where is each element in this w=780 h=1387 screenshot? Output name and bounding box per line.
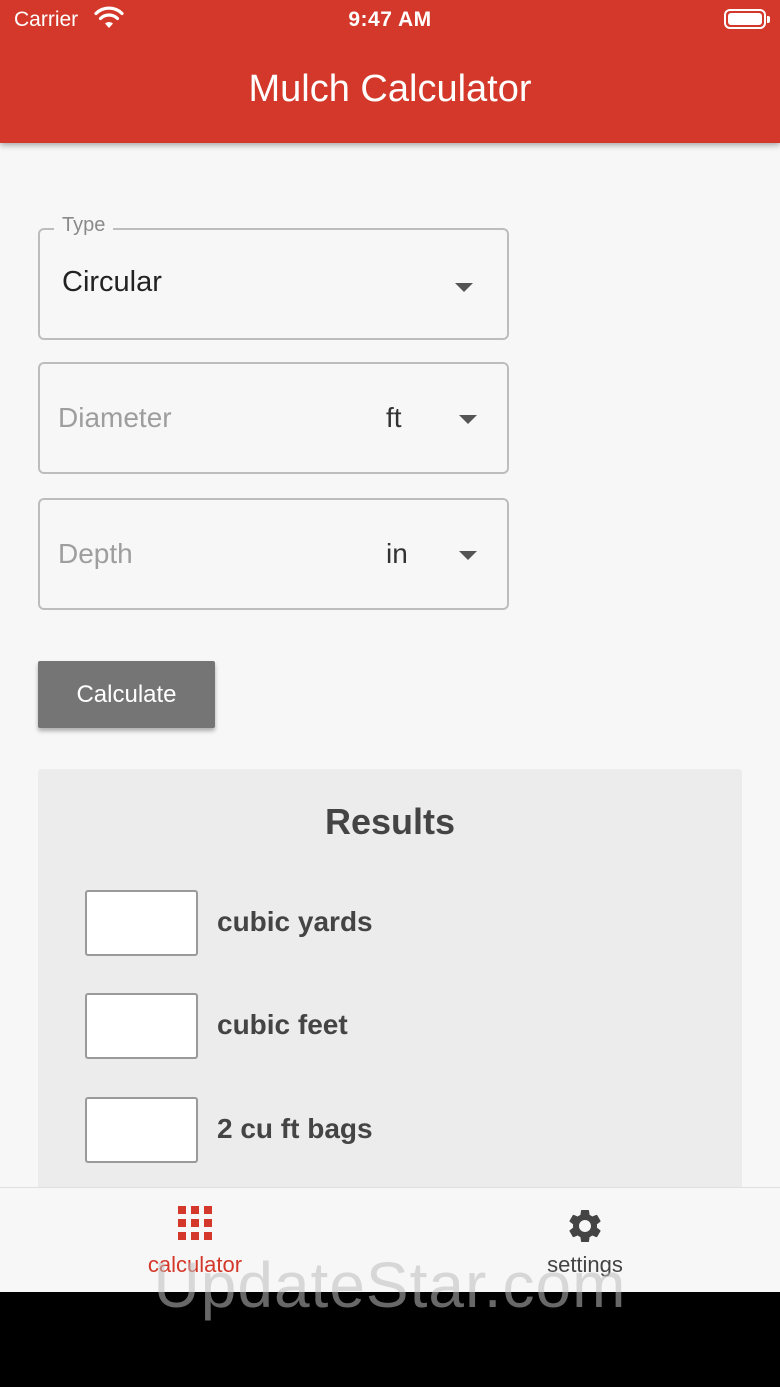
- watermark: UpdateStar.com: [153, 1249, 627, 1321]
- result-value-box: [85, 993, 198, 1059]
- grid-icon: [178, 1206, 212, 1240]
- type-value: Circular: [62, 266, 162, 298]
- results-title: Results: [324, 801, 456, 842]
- result-value-box: [85, 1097, 198, 1163]
- diameter-field[interactable]: Diameter ft: [38, 362, 509, 474]
- result-label: cubic yards: [217, 906, 373, 937]
- battery-icon: [724, 9, 770, 29]
- depth-field[interactable]: Depth in: [38, 498, 509, 610]
- page-title: Mulch Calculator: [248, 68, 532, 110]
- depth-unit-select[interactable]: in: [386, 538, 408, 570]
- chevron-down-icon[interactable]: [459, 415, 477, 424]
- calculate-button[interactable]: Calculate: [38, 661, 215, 728]
- result-value-box: [85, 890, 198, 956]
- app-screen: Carrier 9:47 AM Mulch Calculator Type Ci…: [0, 0, 780, 1292]
- depth-input[interactable]: Depth: [58, 538, 133, 570]
- app-bar: Carrier 9:47 AM Mulch Calculator: [0, 0, 780, 143]
- chevron-down-icon[interactable]: [455, 283, 473, 292]
- result-label: cubic feet: [217, 1009, 348, 1040]
- chevron-down-icon[interactable]: [459, 551, 477, 560]
- clock: 9:47 AM: [348, 8, 432, 31]
- type-select[interactable]: Type Circular: [38, 214, 509, 340]
- type-label: Type: [54, 214, 114, 237]
- status-bar: Carrier 9:47 AM: [0, 0, 780, 40]
- results-panel: Results cubic yards cubic feet 2 cu ft b…: [38, 769, 742, 1209]
- gear-icon: [569, 1210, 601, 1242]
- diameter-input[interactable]: Diameter: [58, 402, 172, 434]
- result-label: 2 cu ft bags: [217, 1113, 373, 1144]
- diameter-unit-select[interactable]: ft: [386, 402, 402, 434]
